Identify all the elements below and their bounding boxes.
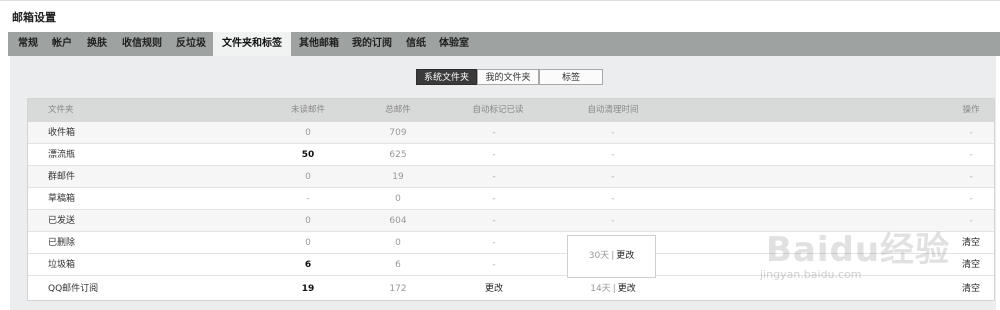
auto-clean-change-link[interactable]: 更改 [616,251,634,261]
unread-count: 0 [305,128,311,138]
folder-name[interactable]: 收件箱 [48,122,75,144]
auto-read-change-link[interactable]: 更改 [464,278,524,300]
row-action: - [969,128,973,138]
table-header: 文件夹 未读邮件 总邮件 自动标记已读 自动清理时间 操作 [28,99,994,122]
table-row: 已删除 0 0 - 清空 [28,232,994,254]
auto-read: - [492,194,496,204]
folder-name[interactable]: 垃圾箱 [48,254,75,276]
table-row: 垃圾箱 6 6 - 清空 [28,254,994,276]
tab-lab[interactable]: 体验室 [434,32,474,56]
tab-skin[interactable]: 换肤 [80,32,114,56]
segment-labels[interactable]: 标签 [539,69,603,85]
auto-clean-setting: 14天 | 更改 [583,278,643,300]
separator: | [612,284,616,294]
auto-clean-merged-cell: 30天 | 更改 [567,235,656,278]
tab-receive-rules[interactable]: 收信规则 [115,32,169,56]
table-row: 群邮件 0 19 - - - [28,166,994,188]
total-count: 19 [392,172,404,182]
tab-stationery[interactable]: 信纸 [400,32,432,56]
auto-clean-change-link[interactable]: 更改 [618,284,636,294]
segment-my-folders[interactable]: 我的文件夹 [477,69,539,85]
auto-read: - [492,216,496,226]
segment-system-folders[interactable]: 系统文件夹 [416,69,477,85]
settings-tabbar: 常规 帐户 换肤 收信规则 反垃圾 文件夹和标签 其他邮箱 我的订阅 信纸 体验… [8,32,1000,56]
empty-folder-button[interactable]: 清空 [948,232,994,254]
auto-clean: - [611,172,615,182]
folder-name[interactable]: 草稿箱 [48,188,75,210]
total-count: 172 [389,284,407,294]
row-action: - [969,172,973,182]
tab-folders-and-labels[interactable]: 文件夹和标签 [213,32,291,56]
unread-count: 50 [301,150,315,160]
row-action: - [969,194,973,204]
total-count: 6 [395,260,401,270]
auto-clean: - [611,194,615,204]
col-folder: 文件夹 [48,105,74,115]
unread-count: 19 [301,284,315,294]
tab-other-mailboxes[interactable]: 其他邮箱 [293,32,345,56]
auto-clean: - [611,150,615,160]
total-count: 625 [389,150,407,160]
tab-general[interactable]: 常规 [11,32,45,56]
auto-clean-days: 14天 [590,284,611,294]
folder-name[interactable]: 已发送 [48,210,75,232]
row-action: - [969,150,973,160]
col-auto-read: 自动标记已读 [472,105,524,115]
folder-name[interactable]: 群邮件 [48,166,75,188]
table-row: 漂流瓶 50 625 - - - [28,144,994,166]
table-row: 收件箱 0 709 - - - [28,122,994,144]
unread-count: 0 [305,216,311,226]
unread-count: 0 [305,172,311,182]
folders-table: 文件夹 未读邮件 总邮件 自动标记已读 自动清理时间 操作 收件箱 0 709 … [27,98,995,301]
auto-read: - [492,128,496,138]
unread-count: 6 [304,260,312,270]
empty-folder-button[interactable]: 清空 [948,278,994,300]
row-action: - [969,216,973,226]
total-count: 0 [395,238,401,248]
auto-read: - [492,238,496,248]
col-actions: 操作 [962,105,980,115]
auto-read: - [492,260,496,270]
unread-count: 0 [305,238,311,248]
page-title: 邮箱设置 [12,11,56,24]
auto-clean: - [611,216,615,226]
folder-name[interactable]: 漂流瓶 [48,144,75,166]
col-unread: 未读邮件 [290,105,325,115]
tab-anti-spam[interactable]: 反垃圾 [170,32,212,56]
total-count: 604 [389,216,407,226]
auto-clean: - [611,128,615,138]
total-count: 0 [395,194,401,204]
folder-name[interactable]: QQ邮件订阅 [48,278,98,300]
tab-account[interactable]: 帐户 [46,32,78,56]
folder-name[interactable]: 已删除 [48,232,75,254]
unread-count: - [306,194,310,204]
header-bar: 邮箱设置 [0,0,1000,27]
total-count: 709 [389,128,407,138]
table-row: 已发送 0 604 - - - [28,210,994,232]
auto-read: - [492,172,496,182]
auto-read: - [492,150,496,160]
tab-my-subscriptions[interactable]: 我的订阅 [346,32,398,56]
col-auto-clean: 自动清理时间 [587,105,639,115]
empty-folder-button[interactable]: 清空 [948,254,994,276]
table-row: QQ邮件订阅 19 172 更改 14天 | 更改 清空 [28,278,994,300]
col-total: 总邮件 [385,105,411,115]
table-row: 草稿箱 - 0 - - - [28,188,994,210]
auto-clean-days: 30天 [588,251,610,261]
